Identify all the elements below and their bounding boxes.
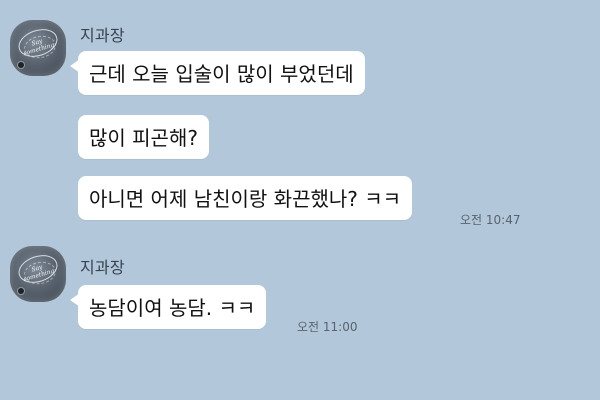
message-timestamp: 오전 10:47 xyxy=(460,213,521,227)
profile-avatar[interactable]: Say something xyxy=(10,20,66,76)
message-text: 농담이여 농담. ㅋㅋ xyxy=(89,296,256,320)
message-text: 근데 오늘 입술이 많이 부었던데 xyxy=(89,62,354,86)
profile-avatar[interactable]: Say something xyxy=(10,246,66,302)
chat-room[interactable]: Say something 지과장 근데 오늘 입술이 많이 부었던데 많이 피… xyxy=(0,0,600,400)
message-bubble[interactable]: 아니면 어제 남친이랑 화끈했나? ㅋㅋ xyxy=(78,176,413,220)
sender-name: 지과장 xyxy=(80,258,125,277)
message-bubble[interactable]: 농담이여 농담. ㅋㅋ xyxy=(69,285,267,329)
message-bubble[interactable]: 근데 오늘 입술이 많이 부었던데 xyxy=(70,51,365,95)
avatar-dot-icon xyxy=(18,62,24,68)
message-timestamp: 오전 11:00 xyxy=(297,320,358,334)
sender-name: 지과장 xyxy=(80,26,125,45)
message-text: 많이 피곤해? xyxy=(89,126,198,150)
message-bubble[interactable]: 많이 피곤해? xyxy=(78,115,209,159)
avatar-dot-icon xyxy=(18,288,24,294)
message-text: 아니면 어제 남친이랑 화끈했나? ㅋㅋ xyxy=(89,187,402,211)
